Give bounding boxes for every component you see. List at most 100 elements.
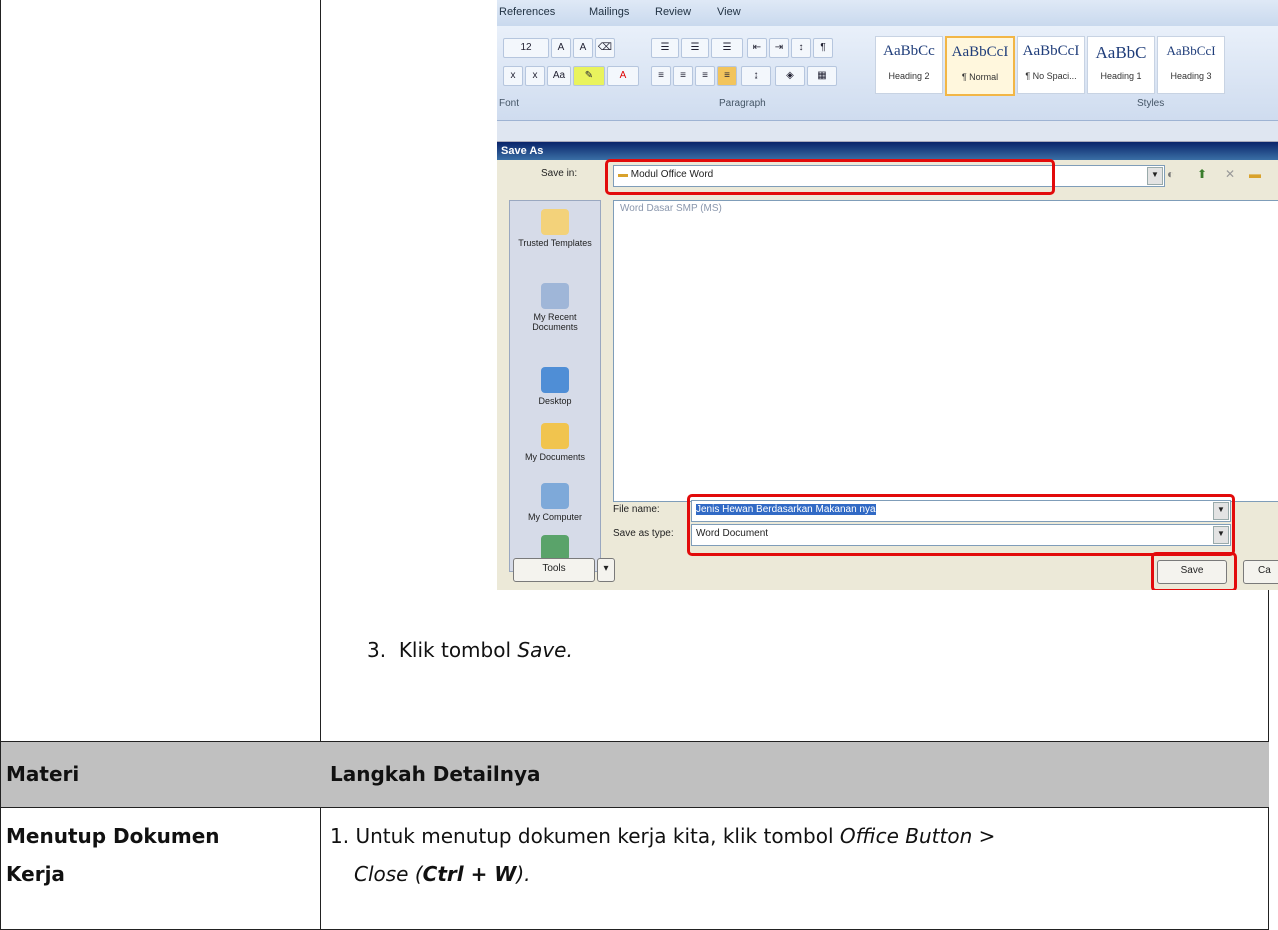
style-name: ¶ No Spaci... [1025, 71, 1077, 81]
tab-mailings[interactable]: Mailings [589, 6, 629, 18]
highlight-icon[interactable]: ✎ [573, 66, 605, 86]
superscript-button[interactable]: x [525, 66, 545, 86]
place-my-documents[interactable]: My Documents [510, 423, 600, 462]
style-sample: AaBbCcI [1166, 43, 1216, 58]
borders-icon[interactable]: ▦ [807, 66, 837, 86]
style-name: ¶ Normal [961, 72, 999, 82]
recent-icon [541, 283, 569, 309]
place-label: My Documents [524, 452, 586, 462]
shading-icon[interactable]: ◈ [775, 66, 805, 86]
place-recent-documents[interactable]: My Recent Documents [510, 283, 600, 332]
table-row-line [0, 741, 1269, 742]
file-item[interactable]: Word Dasar SMP (MS) [620, 203, 722, 214]
multilevel-list-icon[interactable]: ☰ [711, 38, 743, 58]
place-label: My Recent Documents [532, 312, 578, 332]
delete-icon[interactable]: ✕ [1225, 167, 1235, 181]
step-1-line1: 1. Untuk menutup dokumen kerja kita, kli… [330, 817, 1260, 855]
step-number: 3. [367, 638, 387, 662]
cancel-label: Ca [1258, 565, 1271, 576]
shrink-font-button[interactable]: A [573, 38, 593, 58]
style-sample: AaBbC [1095, 43, 1147, 62]
table-row-line [0, 807, 1269, 808]
step-text: Klik tombol [398, 638, 518, 662]
step-emphasis: Save. [517, 638, 573, 662]
word-save-as-screenshot: References Mailings Review View 12 A A ⌫… [497, 0, 1278, 590]
back-icon[interactable]: ◐ [1167, 167, 1174, 181]
tools-dropdown[interactable]: ▾ [597, 558, 615, 582]
header-materi: Materi [6, 762, 80, 786]
style-heading-1[interactable]: AaBbC Heading 1 [1087, 36, 1155, 94]
place-label: My Computer [527, 512, 582, 522]
font-size-select[interactable]: 12 [503, 38, 549, 58]
style-sample: AaBbCcI [951, 44, 1009, 60]
save-type-label: Save as type: [613, 528, 674, 539]
justify-icon[interactable]: ≡ [717, 66, 737, 86]
dialog-title: Save As [497, 142, 1278, 160]
increase-indent-icon[interactable]: ⇥ [769, 38, 789, 58]
row-title-line1: Menutup Dokumen [6, 824, 220, 848]
table-header-row [1, 741, 1269, 807]
style-name: Heading 1 [1100, 71, 1142, 81]
group-label-paragraph: Paragraph [719, 98, 766, 109]
step-emphasis: Office Button > [839, 824, 996, 848]
up-folder-icon[interactable]: ⬆ [1197, 167, 1207, 181]
align-right-icon[interactable]: ≡ [695, 66, 715, 86]
chevron-down-icon[interactable]: ▼ [1147, 167, 1163, 185]
grow-font-button[interactable]: A [551, 38, 571, 58]
numbering-icon[interactable]: ☰ [681, 38, 709, 58]
places-bar: Trusted Templates My Recent Documents De… [509, 200, 601, 572]
step-number: 1. [330, 824, 350, 848]
row-title-line2: Kerja [6, 862, 65, 886]
folder-icon [541, 209, 569, 235]
bullets-icon[interactable]: ☰ [651, 38, 679, 58]
computer-icon [541, 483, 569, 509]
header-langkah: Langkah Detailnya [330, 762, 541, 786]
pilcrow-icon[interactable]: ¶ [813, 38, 833, 58]
style-heading-3[interactable]: AaBbCcI Heading 3 [1157, 36, 1225, 94]
shortcut: Ctrl + W [422, 862, 517, 886]
style-heading-2[interactable]: AaBbCc Heading 2 [875, 36, 943, 94]
font-color-icon[interactable]: A [607, 66, 639, 86]
ruler[interactable] [497, 121, 1278, 142]
documents-icon [541, 423, 569, 449]
step-text: Untuk menutup dokumen kerja kita, klik t… [355, 824, 840, 848]
style-name: Heading 3 [1170, 71, 1212, 81]
place-desktop[interactable]: Desktop [510, 367, 600, 406]
style-name: Heading 2 [888, 71, 930, 81]
highlight-file-fields [687, 494, 1235, 556]
place-label: Trusted Templates [518, 238, 592, 248]
style-sample: AaBbCc [883, 43, 935, 59]
step-text: ). [516, 862, 531, 886]
step-text: Close ( [354, 862, 423, 886]
clear-format-button[interactable]: ⌫ [595, 38, 615, 58]
decrease-indent-icon[interactable]: ⇤ [747, 38, 767, 58]
style-sample: AaBbCcI [1022, 43, 1080, 59]
desktop-icon [541, 367, 569, 393]
style-normal[interactable]: AaBbCcI ¶ Normal [945, 36, 1015, 96]
cancel-button[interactable]: Ca [1243, 560, 1278, 584]
tab-view[interactable]: View [717, 6, 741, 18]
save-as-dialog: Save in: ▬ Modul Office Word ▼ ◐ ⬆ ✕ ▬ T… [497, 159, 1278, 590]
group-label-styles: Styles [1137, 98, 1165, 109]
place-my-computer[interactable]: My Computer [510, 483, 600, 522]
tab-review[interactable]: Review [655, 6, 691, 18]
line-spacing-icon[interactable]: ↨ [741, 66, 771, 86]
file-name-label: File name: [613, 504, 660, 515]
change-case-button[interactable]: Aa [547, 66, 571, 86]
align-center-icon[interactable]: ≡ [673, 66, 693, 86]
step-3: 3. Klik tombol Save. [367, 631, 573, 669]
tools-label: Tools [542, 563, 566, 574]
highlight-save-button [1151, 552, 1237, 590]
place-trusted-templates[interactable]: Trusted Templates [510, 209, 600, 248]
style-no-spacing[interactable]: AaBbCcI ¶ No Spaci... [1017, 36, 1085, 94]
align-left-icon[interactable]: ≡ [651, 66, 671, 86]
subscript-button[interactable]: x [503, 66, 523, 86]
group-label-font: Font [499, 98, 520, 109]
ribbon-tabs: References Mailings Review View [497, 0, 1278, 26]
file-list[interactable]: Word Dasar SMP (MS) [613, 200, 1278, 502]
tab-references[interactable]: References [499, 6, 555, 18]
sort-icon[interactable]: ↕ [791, 38, 811, 58]
place-label: Desktop [538, 396, 572, 406]
new-folder-icon[interactable]: ▬ [1249, 167, 1261, 181]
tools-button[interactable]: Tools [513, 558, 595, 582]
